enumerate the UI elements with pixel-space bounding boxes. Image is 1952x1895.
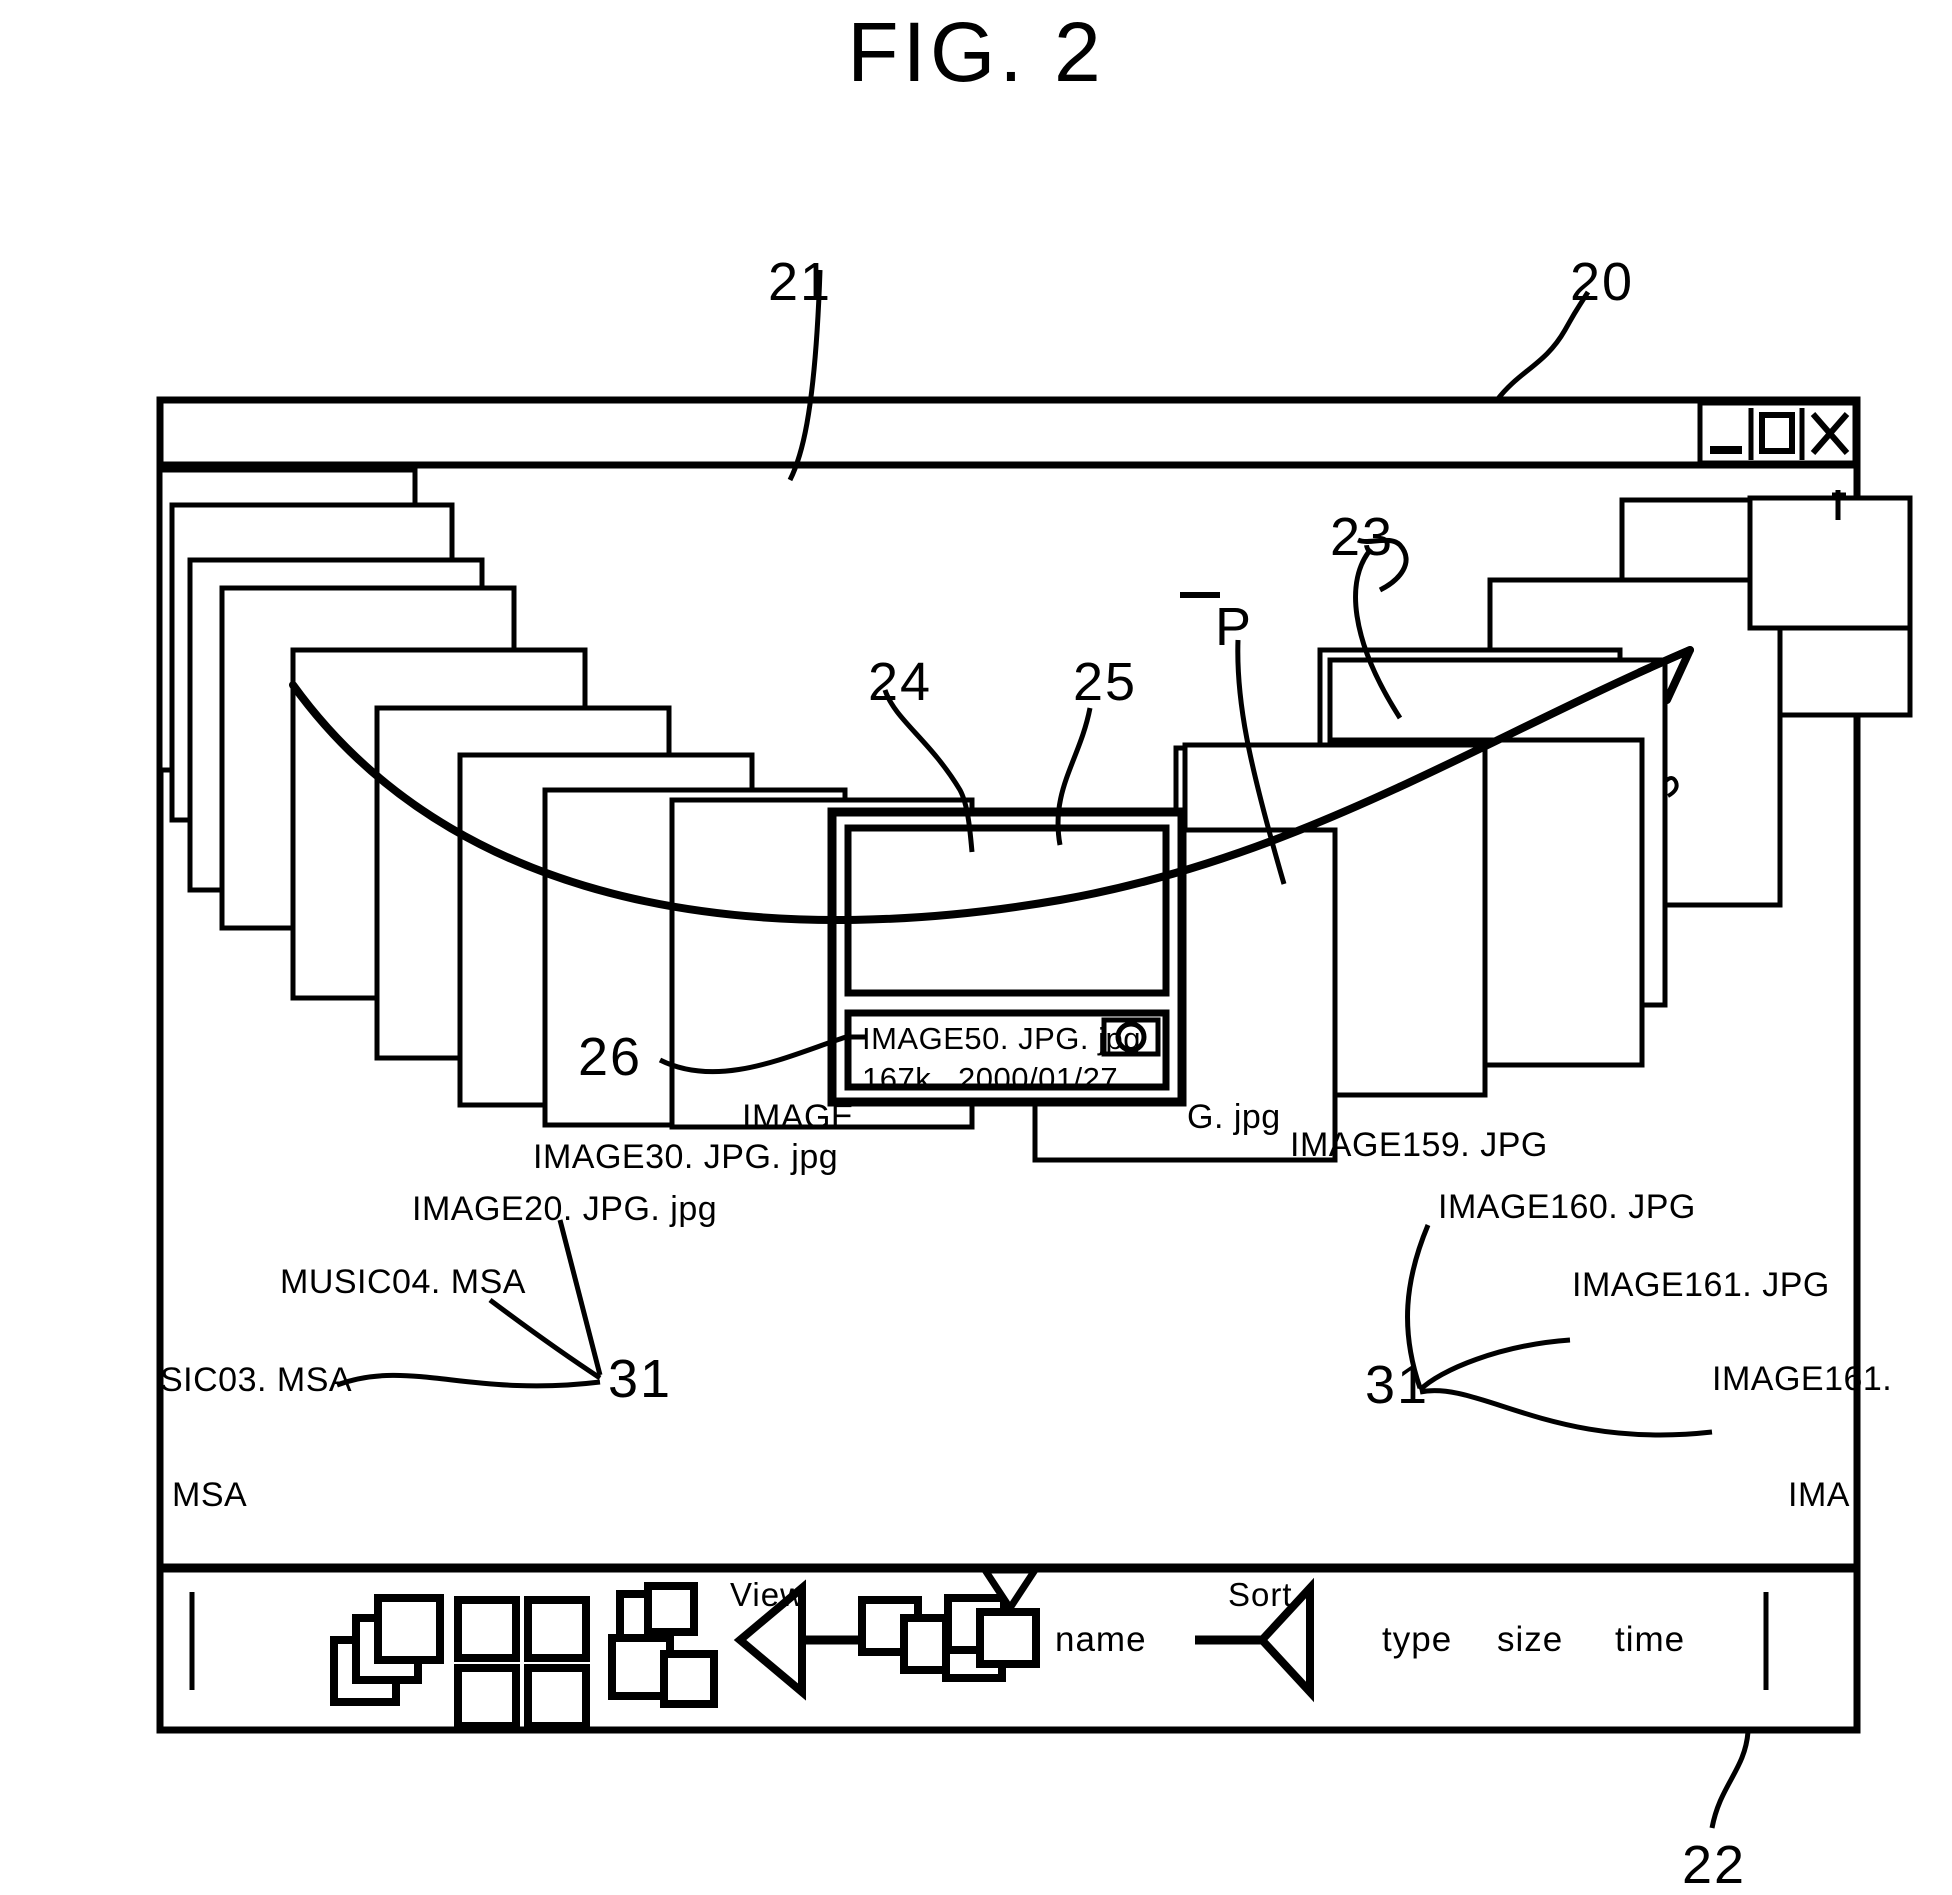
ref-numeral-31-right: 31 (1365, 1355, 1430, 1415)
sort-option-size[interactable]: size (1497, 1622, 1563, 1657)
selected-date: 2000/01/27 (958, 1061, 1119, 1096)
file-label-ima[interactable]: IMA (1788, 1478, 1850, 1512)
view-caption: View (730, 1576, 805, 1613)
thumbnail-edge (1180, 592, 1220, 598)
file-label-image-partial[interactable]: IMAGE (742, 1100, 854, 1134)
patent-figure: FIG. 2 21 20 23 24 25 P 26 31 31 22 IMAG… (0, 0, 1952, 1892)
thumbnail[interactable] (1747, 495, 1913, 631)
file-label-image161b[interactable]: IMAGE161. (1712, 1362, 1892, 1396)
selected-filename: IMAGE50. JPG. jpg (862, 1021, 1141, 1056)
sort-caption: Sort (1228, 1576, 1293, 1613)
file-label-music04[interactable]: MUSIC04. MSA (280, 1265, 526, 1299)
file-label-image161[interactable]: IMAGE161. JPG (1572, 1268, 1830, 1302)
sort-option-type[interactable]: type (1382, 1622, 1452, 1657)
sort-option-name[interactable]: name (1055, 1622, 1147, 1657)
selected-size: 167k (862, 1061, 932, 1096)
ref-numeral-20: 20 (1570, 252, 1635, 312)
ref-numeral-31-left: 31 (608, 1349, 673, 1409)
file-label-image159[interactable]: IMAGE159. JPG (1290, 1128, 1548, 1162)
file-label-image160[interactable]: IMAGE160. JPG (1438, 1190, 1696, 1224)
file-label-msa[interactable]: MSA (172, 1478, 247, 1512)
ref-numeral-23: 23 (1330, 507, 1395, 567)
ref-numeral-25: 25 (1073, 652, 1138, 712)
ref-numeral-26: 26 (578, 1027, 643, 1087)
selected-thumbnail[interactable] (827, 807, 1187, 1107)
figure-line-art (156, 269, 1913, 1829)
ref-numeral-21: 21 (768, 252, 833, 312)
ref-numeral-P: P (1215, 597, 1254, 657)
file-label-image20[interactable]: IMAGE20. JPG. jpg (412, 1192, 717, 1226)
file-label-music03[interactable]: SIC03. MSA (160, 1363, 352, 1397)
leader-22 (1709, 1731, 1751, 1829)
file-label-image30[interactable]: IMAGE30. JPG. jpg (533, 1140, 838, 1174)
ref-numeral-22: 22 (1682, 1835, 1747, 1895)
file-label-gjpg[interactable]: G. jpg (1187, 1100, 1281, 1134)
ref-numeral-24: 24 (868, 652, 933, 712)
sort-option-time[interactable]: time (1615, 1622, 1685, 1657)
window-controls[interactable] (1697, 400, 1858, 466)
